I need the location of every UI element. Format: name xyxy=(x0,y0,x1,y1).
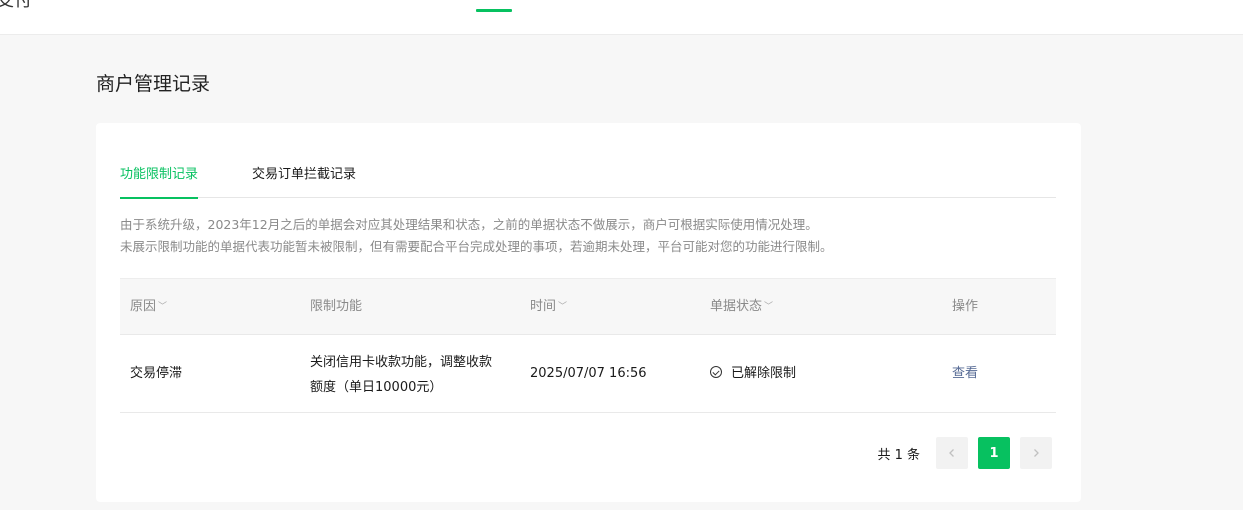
top-nav-title[interactable]: 支付 xyxy=(0,0,32,10)
cell-feature-line-1: 关闭信用卡收款功能，调整收款 xyxy=(310,355,493,370)
pagination-total: 共 1 条 xyxy=(877,447,920,463)
header-status-label: 单据状态 xyxy=(710,299,763,314)
chevron-down-icon[interactable]: ﹀ xyxy=(158,302,167,312)
page-title: 商户管理记录 xyxy=(96,73,211,95)
header-time-label: 时间 xyxy=(530,299,557,314)
chevron-left-icon xyxy=(949,449,954,457)
next-page-button[interactable] xyxy=(1020,437,1052,469)
status-label: 已解除限制 xyxy=(731,366,797,381)
notice-text: 由于系统升级，2023年12月之后的单据会对应其处理结果和状态，之前的单据状态不… xyxy=(120,214,833,258)
cell-restricted-feature: 关闭信用卡收款功能，调整收款 额度（单日10000元） xyxy=(310,350,520,400)
prev-page-button[interactable] xyxy=(936,437,968,469)
header-restricted-feature: 限制功能 xyxy=(310,279,362,335)
records-table: 原因 ﹀ 限制功能 时间 ﹀ 单据状态 ﹀ 操作 交易停滞 关闭信用卡收款功能，调整收… xyxy=(120,278,1056,413)
header-feature-label: 限制功能 xyxy=(310,299,363,314)
table-row: 交易停滞 关闭信用卡收款功能，调整收款 额度（单日10000元） 2025/07… xyxy=(120,334,1056,413)
chevron-down-icon[interactable]: ﹀ xyxy=(558,302,567,312)
header-time[interactable]: 时间 ﹀ xyxy=(530,279,567,335)
notice-line-2: 未展示限制功能的单据代表功能暂未被限制，但有需要配合平台完成处理的事项，若逾期未… xyxy=(120,239,833,254)
header-action-label: 操作 xyxy=(952,299,979,314)
header-action: 操作 xyxy=(952,279,978,335)
chevron-right-icon xyxy=(1034,449,1039,457)
header-reason[interactable]: 原因 ﹀ xyxy=(130,279,167,335)
cell-feature-line-2: 额度（单日10000元） xyxy=(310,380,443,395)
view-link[interactable]: 查看 xyxy=(952,364,978,384)
header-reason-label: 原因 xyxy=(130,299,157,314)
pagination: 共 1 条 1 xyxy=(877,437,1052,469)
record-tabs: 功能限制记录 交易订单拦截记录 xyxy=(120,163,1056,199)
cell-status: 已解除限制 xyxy=(710,364,796,384)
table-header: 原因 ﹀ 限制功能 时间 ﹀ 单据状态 ﹀ 操作 xyxy=(120,278,1056,334)
cell-reason: 交易停滞 xyxy=(130,366,183,381)
top-nav-bar: 支付 xyxy=(0,0,1243,35)
header-status[interactable]: 单据状态 ﹀ xyxy=(710,279,773,335)
chevron-down-icon[interactable]: ﹀ xyxy=(764,302,773,312)
tab-transaction-interception-records[interactable]: 交易订单拦截记录 xyxy=(252,163,356,198)
page-number-button[interactable]: 1 xyxy=(978,437,1010,469)
top-nav-active-indicator xyxy=(476,9,512,12)
tab-function-restriction-records[interactable]: 功能限制记录 xyxy=(120,163,199,199)
cell-time: 2025/07/07 16:56 xyxy=(530,366,647,381)
check-circle-icon xyxy=(710,366,722,378)
records-card: 功能限制记录 交易订单拦截记录 由于系统升级，2023年12月之后的单据会对应其… xyxy=(96,123,1081,502)
notice-line-1: 由于系统升级，2023年12月之后的单据会对应其处理结果和状态，之前的单据状态不… xyxy=(120,217,818,232)
